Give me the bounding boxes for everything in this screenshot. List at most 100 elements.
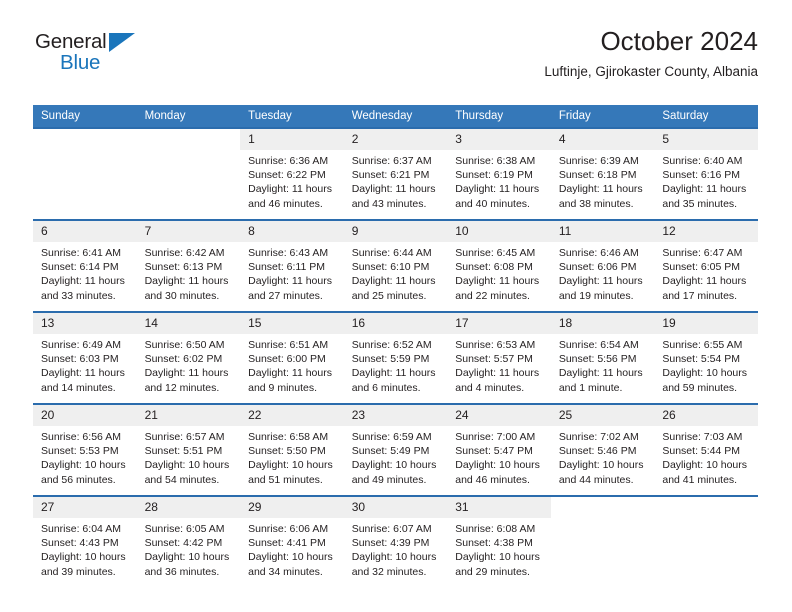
- sunset-text: Sunset: 4:39 PM: [351, 537, 430, 550]
- calendar-day-cell[interactable]: 8 Sunrise: 6:43 AM Sunset: 6:11 PM Daylight…: [240, 219, 344, 312]
- daylight-text: Daylight: 11 hours and 17 minutes.: [662, 275, 747, 302]
- calendar-week-row: 20 Sunrise: 6:56 AM Sunset: 5:53 PM Dayligh…: [33, 403, 758, 496]
- calendar-day-cell[interactable]: 9 Sunrise: 6:44 AM Sunset: 6:10 PM Daylight…: [343, 219, 448, 312]
- calendar-page: General Blue October 2024 Luftinje, Gjir…: [0, 0, 792, 612]
- daylight-text: Daylight: 10 hours and 49 minutes.: [351, 459, 437, 486]
- day-sun-info: Sunrise: 7:03 AM Sunset: 5:44 PM Daylight:…: [654, 426, 758, 487]
- calendar-day-cell[interactable]: 5 Sunrise: 6:40 AM Sunset: 6:16 PM Daylight…: [654, 127, 758, 220]
- weekday-header-tuesday: Tuesday: [240, 105, 344, 128]
- sunrise-text: Sunrise: 6:56 AM: [41, 431, 121, 443]
- calendar-day-cell[interactable]: 29 Sunrise: 6:06 AM Sunset: 4:41 PM Dayligh…: [240, 495, 344, 587]
- sunrise-text: Sunrise: 7:00 AM: [455, 431, 536, 443]
- daylight-text: Daylight: 10 hours and 29 minutes.: [455, 551, 540, 578]
- day-number: 10: [447, 221, 551, 242]
- sunset-text: Sunset: 6:13 PM: [144, 261, 223, 274]
- calendar-day-cell[interactable]: 3 Sunrise: 6:38 AM Sunset: 6:19 PM Daylight…: [447, 127, 551, 220]
- calendar-day-cell-empty: [654, 495, 758, 587]
- calendar-day-cell[interactable]: 20 Sunrise: 6:56 AM Sunset: 5:53 PM Dayligh…: [33, 403, 137, 496]
- title-block: October 2024 Luftinje, Gjirokaster Count…: [544, 26, 758, 81]
- day-number: 4: [550, 129, 655, 150]
- day-number: 7: [136, 221, 241, 242]
- calendar-day-cell[interactable]: 17 Sunrise: 6:53 AM Sunset: 5:57 PM Dayligh…: [447, 311, 551, 404]
- day-sun-info: Sunrise: 6:38 AM Sunset: 6:19 PM Daylight:…: [447, 150, 551, 211]
- daylight-text: Daylight: 11 hours and 22 minutes.: [455, 275, 540, 302]
- sunrise-text: Sunrise: 7:02 AM: [558, 431, 639, 443]
- calendar-week-row: 27 Sunrise: 6:04 AM Sunset: 4:43 PM Dayligh…: [33, 495, 758, 587]
- weekday-header-monday: Monday: [136, 105, 241, 128]
- sunrise-text: Sunrise: 6:36 AM: [248, 155, 329, 167]
- calendar-day-cell[interactable]: 31 Sunrise: 6:08 AM Sunset: 4:38 PM Dayligh…: [447, 495, 551, 587]
- calendar-week-row: 13 Sunrise: 6:49 AM Sunset: 6:03 PM Dayligh…: [33, 311, 758, 404]
- sunset-text: Sunset: 4:41 PM: [248, 537, 326, 550]
- calendar-day-cell[interactable]: 14 Sunrise: 6:50 AM Sunset: 6:02 PM Dayligh…: [136, 311, 241, 404]
- calendar-day-cell-empty: [550, 495, 655, 587]
- weekday-header-wednesday: Wednesday: [343, 105, 448, 128]
- sunset-text: Sunset: 5:56 PM: [558, 353, 637, 366]
- weekday-header-sunday: Sunday: [33, 105, 137, 128]
- calendar-day-cell[interactable]: 7 Sunrise: 6:42 AM Sunset: 6:13 PM Daylight…: [136, 219, 241, 312]
- sunset-text: Sunset: 6:21 PM: [351, 169, 430, 182]
- day-number: 21: [136, 405, 241, 426]
- daylight-text: Daylight: 11 hours and 30 minutes.: [144, 275, 229, 302]
- calendar-day-cell[interactable]: 6 Sunrise: 6:41 AM Sunset: 6:14 PM Daylight…: [33, 219, 137, 312]
- day-number: [136, 129, 241, 150]
- calendar-day-cell[interactable]: 24 Sunrise: 7:00 AM Sunset: 5:47 PM Dayligh…: [447, 403, 551, 496]
- calendar-day-cell[interactable]: 10 Sunrise: 6:45 AM Sunset: 6:08 PM Dayligh…: [447, 219, 551, 312]
- day-sun-info: Sunrise: 6:47 AM Sunset: 6:05 PM Daylight:…: [654, 242, 758, 303]
- daylight-text: Daylight: 11 hours and 4 minutes.: [455, 367, 540, 394]
- sunset-text: Sunset: 6:22 PM: [248, 169, 326, 182]
- sunrise-text: Sunrise: 6:54 AM: [558, 339, 639, 351]
- day-sun-info: Sunrise: 6:51 AM Sunset: 6:00 PM Daylight:…: [240, 334, 344, 395]
- calendar-day-cell[interactable]: 28 Sunrise: 6:05 AM Sunset: 4:42 PM Dayligh…: [136, 495, 241, 587]
- weekday-header-thursday: Thursday: [447, 105, 551, 128]
- sunrise-text: Sunrise: 6:53 AM: [455, 339, 536, 351]
- daylight-text: Daylight: 10 hours and 46 minutes.: [455, 459, 540, 486]
- calendar-day-cell-empty: [33, 127, 137, 220]
- sunset-text: Sunset: 6:06 PM: [558, 261, 637, 274]
- calendar-day-cell[interactable]: 19 Sunrise: 6:55 AM Sunset: 5:54 PM Dayligh…: [654, 311, 758, 404]
- calendar-day-cell[interactable]: 25 Sunrise: 7:02 AM Sunset: 5:46 PM Dayligh…: [550, 403, 655, 496]
- sunset-text: Sunset: 6:00 PM: [248, 353, 326, 366]
- general-blue-logo: General Blue: [33, 30, 153, 82]
- calendar-day-cell[interactable]: 30 Sunrise: 6:07 AM Sunset: 4:39 PM Dayligh…: [343, 495, 448, 587]
- sunrise-text: Sunrise: 6:05 AM: [144, 523, 225, 535]
- calendar-day-cell[interactable]: 4 Sunrise: 6:39 AM Sunset: 6:18 PM Daylight…: [550, 127, 655, 220]
- logo-text-blue: Blue: [60, 51, 101, 74]
- calendar-day-cell[interactable]: 26 Sunrise: 7:03 AM Sunset: 5:44 PM Dayligh…: [654, 403, 758, 496]
- day-number: 2: [343, 129, 448, 150]
- sunset-text: Sunset: 6:03 PM: [41, 353, 119, 366]
- calendar-day-cell[interactable]: 15 Sunrise: 6:51 AM Sunset: 6:00 PM Dayligh…: [240, 311, 344, 404]
- day-number: 27: [33, 497, 137, 518]
- calendar-day-cell[interactable]: 13 Sunrise: 6:49 AM Sunset: 6:03 PM Dayligh…: [33, 311, 137, 404]
- day-number: 11: [550, 221, 655, 242]
- day-sun-info: Sunrise: 6:05 AM Sunset: 4:42 PM Daylight:…: [137, 518, 241, 579]
- calendar-day-cell[interactable]: 18 Sunrise: 6:54 AM Sunset: 5:56 PM Dayligh…: [550, 311, 655, 404]
- day-number: 30: [343, 497, 448, 518]
- day-number: 28: [136, 497, 241, 518]
- calendar-day-cell[interactable]: 16 Sunrise: 6:52 AM Sunset: 5:59 PM Dayligh…: [343, 311, 448, 404]
- sunset-text: Sunset: 6:10 PM: [351, 261, 430, 274]
- sunrise-text: Sunrise: 6:41 AM: [41, 247, 121, 259]
- calendar-day-cell[interactable]: 23 Sunrise: 6:59 AM Sunset: 5:49 PM Dayligh…: [343, 403, 448, 496]
- calendar-day-cell[interactable]: 1 Sunrise: 6:36 AM Sunset: 6:22 PM Daylight…: [240, 127, 344, 220]
- sunrise-text: Sunrise: 7:03 AM: [662, 431, 743, 443]
- calendar-day-cell[interactable]: 2 Sunrise: 6:37 AM Sunset: 6:21 PM Daylight…: [343, 127, 448, 220]
- calendar-day-cell[interactable]: 12 Sunrise: 6:47 AM Sunset: 6:05 PM Dayligh…: [654, 219, 758, 312]
- daylight-text: Daylight: 11 hours and 38 minutes.: [558, 183, 643, 210]
- sunrise-text: Sunrise: 6:57 AM: [144, 431, 225, 443]
- sunset-text: Sunset: 4:43 PM: [41, 537, 119, 550]
- sunset-text: Sunset: 5:57 PM: [455, 353, 533, 366]
- calendar-day-cell[interactable]: 21 Sunrise: 6:57 AM Sunset: 5:51 PM Dayligh…: [136, 403, 241, 496]
- calendar-day-cell[interactable]: 27 Sunrise: 6:04 AM Sunset: 4:43 PM Dayligh…: [33, 495, 137, 587]
- calendar-day-cell[interactable]: 22 Sunrise: 6:58 AM Sunset: 5:50 PM Dayligh…: [240, 403, 344, 496]
- sunset-text: Sunset: 5:49 PM: [351, 445, 430, 458]
- sunrise-text: Sunrise: 6:04 AM: [41, 523, 121, 535]
- sunset-text: Sunset: 5:53 PM: [41, 445, 119, 458]
- sunset-text: Sunset: 6:11 PM: [248, 261, 325, 274]
- day-number: 23: [343, 405, 448, 426]
- calendar-day-cell[interactable]: 11 Sunrise: 6:46 AM Sunset: 6:06 PM Dayligh…: [550, 219, 655, 312]
- day-number: 25: [550, 405, 655, 426]
- day-sun-info: Sunrise: 6:40 AM Sunset: 6:16 PM Daylight:…: [654, 150, 758, 211]
- sunrise-text: Sunrise: 6:07 AM: [351, 523, 432, 535]
- day-sun-info: Sunrise: 6:55 AM Sunset: 5:54 PM Daylight:…: [654, 334, 758, 395]
